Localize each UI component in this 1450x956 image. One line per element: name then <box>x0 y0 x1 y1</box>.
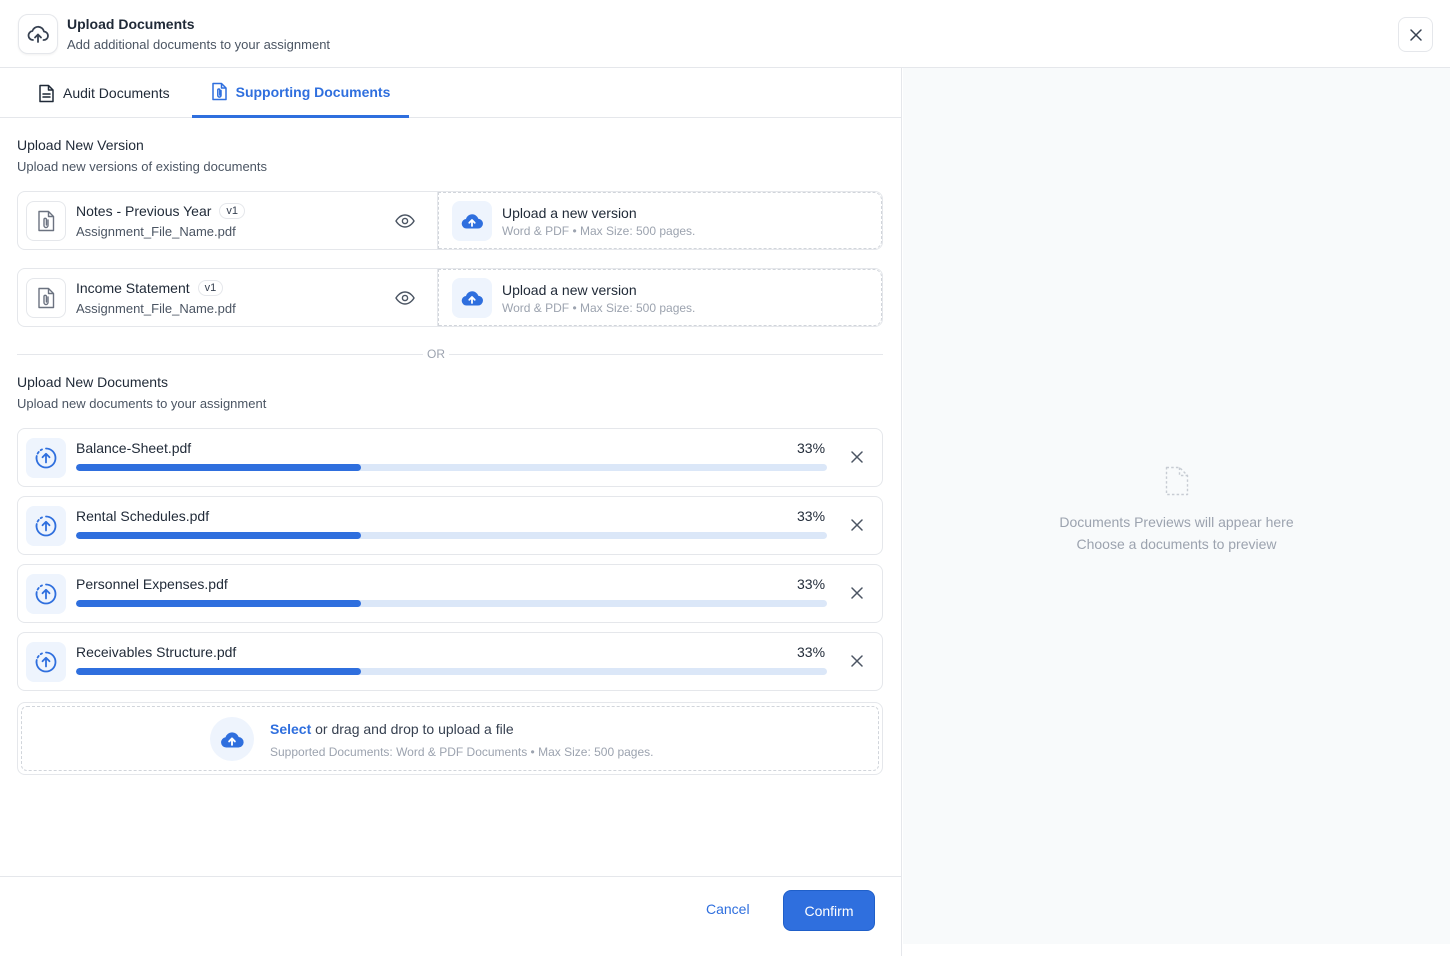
attachment-document-icon <box>211 82 227 101</box>
cloud-upload-icon <box>18 14 58 54</box>
close-button[interactable] <box>1398 17 1433 52</box>
document-name-row: Notes - Previous Year v1 <box>76 203 246 219</box>
cloud-upload-filled-icon <box>452 201 492 241</box>
upload-version-hint: Word & PDF • Max Size: 500 pages. <box>502 301 696 315</box>
divider <box>17 354 883 355</box>
progress-track <box>76 600 827 607</box>
upload-progress-row: Rental Schedules.pdf 33% <box>17 496 883 555</box>
confirm-button[interactable]: Confirm <box>783 890 875 931</box>
new-section-subtitle: Upload new documents to your assignment <box>17 396 267 411</box>
progress-track <box>76 532 827 539</box>
upload-progress-row: Receivables Structure.pdf 33% <box>17 632 883 691</box>
eye-icon <box>395 214 415 228</box>
divider-or-label: OR <box>423 347 449 361</box>
upload-new-version-dropzone[interactable]: Upload a new version Word & PDF • Max Si… <box>438 269 882 326</box>
remove-upload-button[interactable] <box>847 515 867 535</box>
tab-supporting-documents[interactable]: Supporting Documents <box>192 68 409 118</box>
progress-track <box>76 668 827 675</box>
eye-icon <box>395 291 415 305</box>
document-filename: Assignment_File_Name.pdf <box>76 224 236 239</box>
circular-upload-icon <box>26 506 66 546</box>
version-badge: v1 <box>219 203 246 219</box>
tab-bar: Audit Documents Supporting Documents <box>0 68 901 118</box>
dropzone-instruction-rest: or drag and drop to upload a file <box>311 721 514 737</box>
upload-file-name: Personnel Expenses.pdf <box>76 576 228 592</box>
version-row: Notes - Previous Year v1 Assignment_File… <box>17 191 883 250</box>
preview-empty-subtitle: Choose a documents to preview <box>1076 536 1277 552</box>
upload-file-name: Receivables Structure.pdf <box>76 644 237 660</box>
document-name: Notes - Previous Year <box>76 203 212 219</box>
remove-upload-button[interactable] <box>847 583 867 603</box>
cancel-button[interactable]: Cancel <box>706 901 750 917</box>
upload-file-name: Rental Schedules.pdf <box>76 508 210 524</box>
attachment-file-icon <box>26 278 66 318</box>
upload-progress-label: 33% <box>797 644 826 660</box>
document-filename: Assignment_File_Name.pdf <box>76 301 236 316</box>
version-row: Income Statement v1 Assignment_File_Name… <box>17 268 883 327</box>
document-name: Income Statement <box>76 280 190 296</box>
new-section-title: Upload New Documents <box>17 374 168 390</box>
progress-fill <box>76 464 362 471</box>
modal-subtitle: Add additional documents to your assignm… <box>67 37 331 52</box>
remove-upload-button[interactable] <box>847 651 867 671</box>
circular-upload-icon <box>26 438 66 478</box>
attachment-file-icon <box>26 201 66 241</box>
close-icon <box>851 451 863 463</box>
circular-upload-icon <box>26 574 66 614</box>
preview-button[interactable] <box>394 210 416 232</box>
upload-progress-row: Personnel Expenses.pdf 33% <box>17 564 883 623</box>
tab-audit-documents[interactable]: Audit Documents <box>38 68 170 118</box>
upload-progress-label: 33% <box>797 440 826 456</box>
select-file-link[interactable]: Select <box>270 721 311 737</box>
upload-version-hint: Word & PDF • Max Size: 500 pages. <box>502 224 696 238</box>
document-icon <box>39 84 54 102</box>
version-section-subtitle: Upload new versions of existing document… <box>17 159 268 174</box>
modal-title: Upload Documents <box>67 16 195 32</box>
upload-version-title: Upload a new version <box>502 282 637 298</box>
cloud-upload-filled-icon <box>452 278 492 318</box>
modal-header: Upload Documents Add additional document… <box>0 0 1450 68</box>
close-icon <box>851 519 863 531</box>
file-dashed-icon <box>1165 466 1189 501</box>
close-icon <box>851 587 863 599</box>
upload-progress-label: 33% <box>797 576 826 592</box>
upload-version-title: Upload a new version <box>502 205 637 221</box>
preview-panel: Documents Previews will appear here Choo… <box>903 68 1450 944</box>
progress-fill <box>76 532 362 539</box>
progress-track <box>76 464 827 471</box>
progress-fill <box>76 668 362 675</box>
cloud-upload-filled-icon <box>210 717 254 761</box>
dropzone-hint: Supported Documents: Word & PDF Document… <box>270 745 654 759</box>
tab-audit-label: Audit Documents <box>63 85 170 101</box>
close-icon <box>851 655 863 667</box>
document-name-row: Income Statement v1 <box>76 280 224 296</box>
tab-supporting-label: Supporting Documents <box>235 83 391 100</box>
dropzone-instruction: Select or drag and drop to upload a file <box>270 721 514 737</box>
upload-panel: Audit Documents Supporting Documents Upl… <box>0 68 902 956</box>
preview-button[interactable] <box>394 287 416 309</box>
upload-progress-label: 33% <box>797 508 826 524</box>
progress-fill <box>76 600 362 607</box>
version-badge: v1 <box>197 280 224 296</box>
existing-document: Income Statement v1 Assignment_File_Name… <box>18 269 438 326</box>
modal-footer: Cancel Confirm <box>0 876 901 956</box>
upload-new-version-dropzone[interactable]: Upload a new version Word & PDF • Max Si… <box>438 192 882 249</box>
version-section-title: Upload New Version <box>17 137 144 153</box>
preview-empty-title: Documents Previews will appear here <box>1059 514 1294 530</box>
upload-file-name: Balance-Sheet.pdf <box>76 440 192 456</box>
existing-document: Notes - Previous Year v1 Assignment_File… <box>18 192 438 249</box>
upload-progress-row: Balance-Sheet.pdf 33% <box>17 428 883 487</box>
circular-upload-icon <box>26 642 66 682</box>
close-icon <box>1409 28 1422 41</box>
file-dropzone-area[interactable]: Select or drag and drop to upload a file… <box>21 706 879 771</box>
file-dropzone: Select or drag and drop to upload a file… <box>17 702 883 775</box>
remove-upload-button[interactable] <box>847 447 867 467</box>
